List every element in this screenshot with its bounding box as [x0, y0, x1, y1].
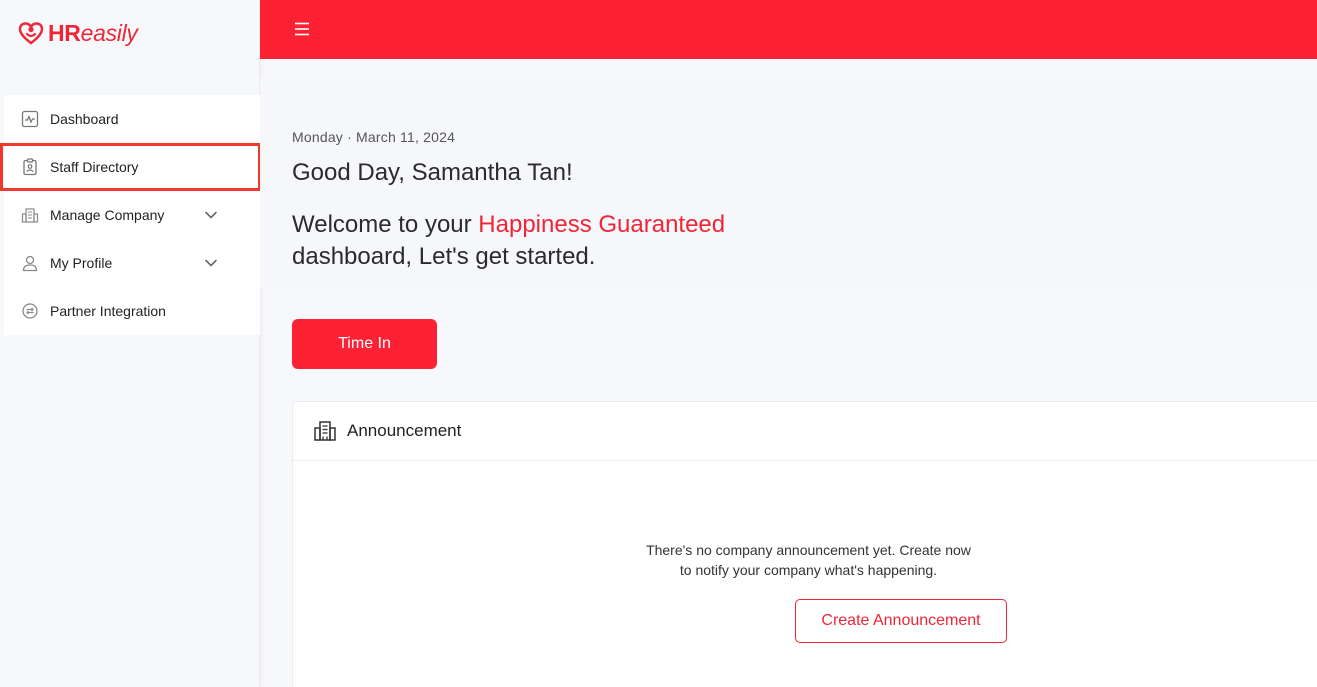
welcome-message: Welcome to your Happiness Guaranteed das… [292, 211, 726, 270]
heart-logo-icon [18, 22, 44, 45]
id-badge-icon [21, 158, 39, 176]
announcement-title: Announcement [347, 421, 462, 440]
announcement-header: Announcement [293, 402, 1317, 461]
welcome-hero: Monday · March 11, 2024 Good Day, Samant… [260, 77, 1317, 287]
welcome-accent: Happiness Guaranteed [478, 211, 726, 238]
sidebar: HReasily Dashboard Staff Directory Manag… [0, 0, 261, 687]
chevron-down-icon[interactable] [204, 256, 218, 270]
office-building-icon [314, 421, 336, 441]
brand-name: HReasily [48, 19, 138, 46]
top-bar [260, 0, 1317, 59]
time-in-button[interactable]: Time In [292, 319, 437, 369]
chevron-down-icon[interactable] [204, 208, 218, 222]
activity-chart-icon [21, 110, 39, 128]
current-date: Monday · March 11, 2024 [292, 129, 456, 145]
sidebar-item-staff-directory[interactable]: Staff Directory [0, 143, 261, 191]
hamburger-icon[interactable] [293, 20, 311, 38]
sidebar-item-label: Staff Directory [50, 159, 139, 175]
announcement-card: Announcement There's no company announce… [292, 401, 1317, 687]
building-icon [21, 206, 39, 224]
swap-circle-icon [21, 302, 39, 320]
sidebar-item-label: My Profile [50, 255, 113, 271]
main-content: Monday · March 11, 2024 Good Day, Samant… [260, 59, 1317, 687]
sidebar-item-partner-integration[interactable]: Partner Integration [4, 287, 260, 335]
sidebar-item-my-profile[interactable]: My Profile [4, 239, 260, 287]
sidebar-menu: Dashboard Staff Directory Manage Company… [0, 95, 261, 335]
sidebar-item-label: Manage Company [50, 207, 165, 223]
sidebar-item-manage-company[interactable]: Manage Company [4, 191, 260, 239]
sidebar-item-label: Partner Integration [50, 303, 166, 319]
sidebar-item-label: Dashboard [50, 111, 119, 127]
user-icon [21, 254, 39, 272]
sidebar-item-dashboard[interactable]: Dashboard [4, 95, 260, 143]
create-announcement-button[interactable]: Create Announcement [795, 599, 1007, 643]
greeting-heading: Good Day, Samantha Tan! [292, 159, 573, 186]
announcement-empty-state: There's no company announcement yet. Cre… [646, 542, 971, 578]
brand-logo[interactable]: HReasily [18, 18, 138, 48]
